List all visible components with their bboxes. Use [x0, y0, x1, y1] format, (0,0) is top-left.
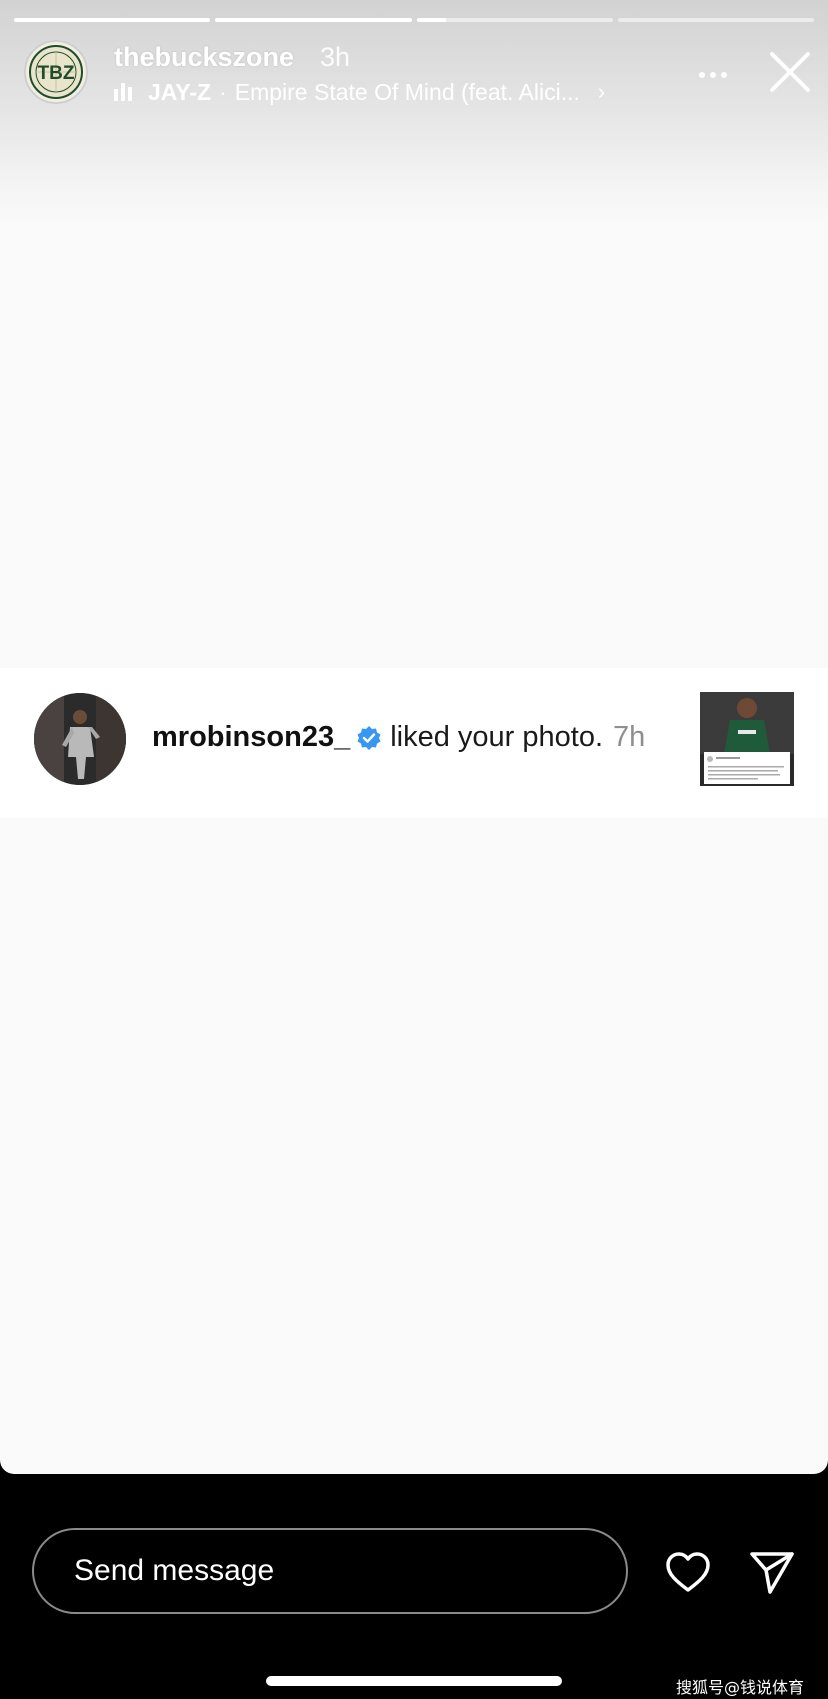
notification-time: 7h	[613, 721, 646, 753]
music-separator: ·	[219, 78, 227, 105]
notification-username[interactable]: mrobinson23_	[152, 721, 350, 754]
user-photo	[34, 693, 126, 785]
more-options-button[interactable]	[691, 60, 735, 90]
heart-icon	[666, 1552, 710, 1592]
paper-plane-icon	[750, 1552, 794, 1594]
more-dots-icon	[699, 72, 705, 78]
music-bars-icon	[114, 83, 136, 101]
notification-text: mrobinson23_ liked your photo. 7h	[152, 721, 645, 754]
notification-action: liked your photo.	[390, 721, 604, 753]
liked-photo-thumbnail[interactable]	[700, 692, 794, 786]
progress-segment	[416, 18, 613, 22]
send-message-placeholder: Send message	[74, 1554, 275, 1587]
more-dots-icon	[721, 72, 727, 78]
story-username[interactable]: thebuckszone	[114, 42, 294, 73]
story-progress-bar	[14, 18, 814, 22]
progress-segment	[14, 18, 211, 22]
watermark-text: 搜狐号@钱说体育	[676, 1678, 805, 1697]
close-button[interactable]	[766, 48, 814, 96]
more-dots-icon	[710, 72, 716, 78]
like-story-button[interactable]	[662, 1546, 714, 1598]
message-composer-bar: Send message 搜狐号@钱说体育	[0, 1474, 828, 1699]
send-message-input[interactable]: Send message	[32, 1528, 628, 1614]
share-button[interactable]	[746, 1546, 798, 1598]
progress-segment-fill	[416, 18, 446, 22]
music-title: Empire State Of Mind (feat. Alici...	[234, 78, 580, 105]
progress-segment-fill	[14, 18, 211, 22]
story-top-gradient	[0, 0, 828, 230]
close-icon	[770, 52, 810, 92]
music-artist: JAY-Z	[148, 78, 212, 105]
progress-segment-fill	[215, 18, 412, 22]
verified-badge-icon	[357, 725, 381, 750]
chevron-right-icon: ›	[597, 79, 606, 104]
story-header: TBZ thebuckszone 3h JAY-Z · Empire State…	[24, 40, 814, 110]
music-attribution[interactable]: JAY-Z · Empire State Of Mind (feat. Alic…	[114, 76, 605, 108]
avatar-logo-text: TBZ	[38, 63, 75, 84]
notification-user-avatar[interactable]	[34, 693, 126, 785]
like-notification: mrobinson23_ liked your photo. 7h	[0, 668, 828, 818]
progress-segment	[215, 18, 412, 22]
story-card: TBZ thebuckszone 3h JAY-Z · Empire State…	[0, 0, 828, 1474]
account-avatar[interactable]: TBZ	[24, 40, 88, 104]
story-time-ago: 3h	[320, 42, 351, 72]
tbz-logo-icon: TBZ	[29, 45, 83, 99]
liked-photo-image	[700, 692, 794, 786]
progress-segment	[617, 18, 814, 22]
home-indicator[interactable]	[266, 1676, 562, 1686]
